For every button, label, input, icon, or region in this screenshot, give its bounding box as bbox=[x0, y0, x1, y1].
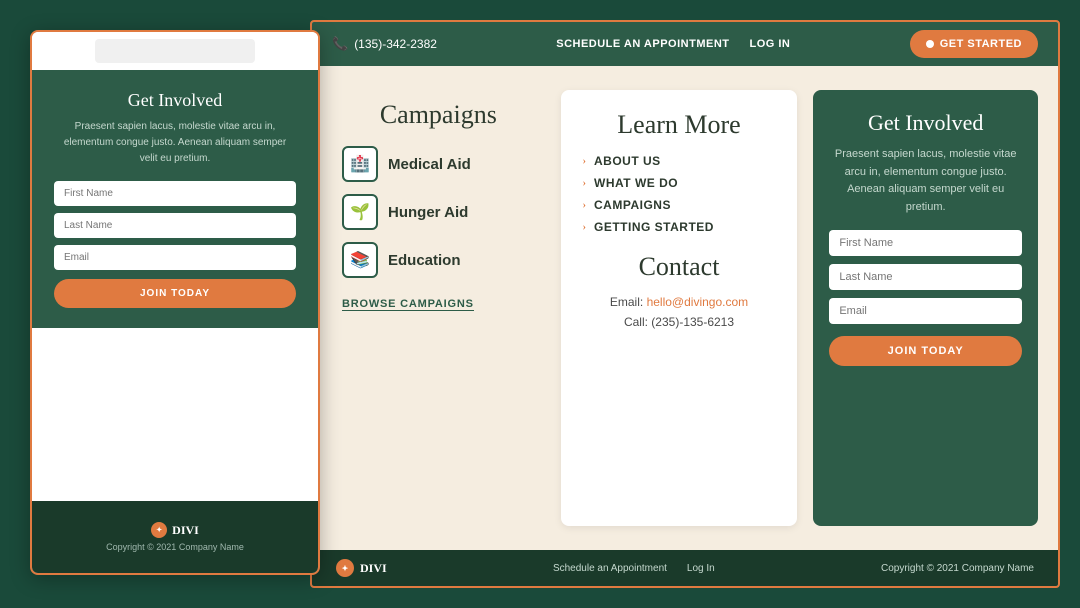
campaign-item-education: 📚 Education bbox=[342, 242, 535, 278]
contact-title: Contact bbox=[583, 252, 776, 282]
contact-email-label: Email: bbox=[610, 295, 643, 309]
footer-bar: ✦ DIVI Schedule an Appointment Log In Co… bbox=[312, 550, 1058, 586]
footer-logo-text: DIVI bbox=[360, 561, 387, 576]
chevron-started-icon: › bbox=[583, 222, 586, 233]
mobile-top-bar bbox=[32, 32, 318, 70]
nav-about-us[interactable]: › ABOUT US bbox=[583, 154, 776, 168]
hunger-aid-label: Hunger Aid bbox=[388, 204, 468, 221]
schedule-link[interactable]: SCHEDULE AN APPOINTMENT bbox=[556, 38, 729, 50]
mobile-get-involved-desc: Praesent sapien lacus, molestie vitae ar… bbox=[54, 119, 296, 167]
header-nav: SCHEDULE AN APPOINTMENT LOG IN bbox=[556, 38, 790, 50]
medical-aid-label: Medical Aid bbox=[388, 156, 471, 173]
email-input[interactable] bbox=[829, 298, 1022, 324]
mobile-footer-copyright: Copyright © 2021 Company Name bbox=[106, 542, 244, 552]
chevron-about-icon: › bbox=[583, 156, 586, 167]
chevron-campaigns-icon: › bbox=[583, 200, 586, 211]
get-started-button[interactable]: GET STARTED bbox=[910, 30, 1038, 58]
mobile-email-input[interactable] bbox=[54, 245, 296, 270]
header-bar: 📞 (135)-342-2382 SCHEDULE AN APPOINTMENT… bbox=[312, 22, 1058, 66]
get-involved-desc: Praesent sapien lacus, molestie vitae ar… bbox=[829, 146, 1022, 216]
footer-schedule-link[interactable]: Schedule an Appointment bbox=[553, 563, 667, 574]
get-involved-title: Get Involved bbox=[829, 110, 1022, 136]
main-content: Campaigns 🏥 Medical Aid 🌱 Hunger Aid 📚 E… bbox=[312, 66, 1058, 550]
footer-login-link[interactable]: Log In bbox=[687, 563, 715, 574]
login-link[interactable]: LOG IN bbox=[749, 38, 790, 50]
mobile-last-name-input[interactable] bbox=[54, 213, 296, 238]
header-phone-number: (135)-342-2382 bbox=[354, 37, 437, 51]
get-involved-card: Get Involved Praesent sapien lacus, mole… bbox=[813, 90, 1038, 526]
nav-campaigns[interactable]: › CAMPAIGNS bbox=[583, 198, 776, 212]
campaign-item-hunger: 🌱 Hunger Aid bbox=[342, 194, 535, 230]
campaigns-nav-label: CAMPAIGNS bbox=[594, 198, 671, 212]
campaign-item-medical: 🏥 Medical Aid bbox=[342, 146, 535, 182]
main-website: 📞 (135)-342-2382 SCHEDULE AN APPOINTMENT… bbox=[310, 20, 1060, 588]
education-label: Education bbox=[388, 252, 461, 269]
footer-logo: ✦ DIVI bbox=[336, 559, 387, 577]
medical-aid-icon: 🏥 bbox=[342, 146, 378, 182]
mobile-footer-logo-text: DIVI bbox=[172, 523, 199, 538]
join-today-button[interactable]: JOIN TODAY bbox=[829, 336, 1022, 366]
first-name-input[interactable] bbox=[829, 230, 1022, 256]
mobile-footer-logo-icon: ✦ bbox=[151, 522, 167, 538]
mobile-search-bar bbox=[95, 39, 255, 63]
footer-copyright: Copyright © 2021 Company Name bbox=[881, 563, 1034, 574]
btn-dot-icon bbox=[926, 40, 934, 48]
mobile-footer: ✦ DIVI Copyright © 2021 Company Name bbox=[32, 501, 318, 573]
phone-icon: 📞 bbox=[332, 36, 348, 52]
campaigns-title: Campaigns bbox=[342, 100, 535, 130]
hunger-aid-icon: 🌱 bbox=[342, 194, 378, 230]
contact-email-line: Email: hello@divingo.com bbox=[583, 292, 776, 312]
what-we-do-label: WHAT WE DO bbox=[594, 176, 678, 190]
footer-logo-icon: ✦ bbox=[336, 559, 354, 577]
browse-campaigns-link[interactable]: BROWSE CAMPAIGNS bbox=[342, 298, 474, 311]
mobile-preview: Get Involved Praesent sapien lacus, mole… bbox=[30, 30, 320, 575]
contact-section: Contact Email: hello@divingo.com Call: (… bbox=[583, 252, 776, 333]
info-card: Learn More › ABOUT US › WHAT WE DO › CAM… bbox=[561, 90, 798, 526]
nav-what-we-do[interactable]: › WHAT WE DO bbox=[583, 176, 776, 190]
about-us-label: ABOUT US bbox=[594, 154, 661, 168]
mobile-get-involved-title: Get Involved bbox=[54, 90, 296, 111]
mobile-first-name-input[interactable] bbox=[54, 181, 296, 206]
nav-getting-started[interactable]: › GETTING STARTED bbox=[583, 220, 776, 234]
learn-more-title: Learn More bbox=[583, 110, 776, 140]
get-started-label: GET STARTED bbox=[940, 38, 1022, 50]
education-icon: 📚 bbox=[342, 242, 378, 278]
contact-email-value[interactable]: hello@divingo.com bbox=[647, 295, 749, 309]
getting-started-label: GETTING STARTED bbox=[594, 220, 714, 234]
chevron-what-icon: › bbox=[583, 178, 586, 189]
mobile-join-button[interactable]: JOIN TODAY bbox=[54, 279, 296, 308]
mobile-footer-logo: ✦ DIVI bbox=[151, 522, 199, 538]
header-phone: 📞 (135)-342-2382 bbox=[332, 36, 437, 52]
contact-call-line: Call: (235)-135-6213 bbox=[583, 312, 776, 332]
footer-nav: Schedule an Appointment Log In bbox=[553, 563, 715, 574]
last-name-input[interactable] bbox=[829, 264, 1022, 290]
mobile-get-involved-section: Get Involved Praesent sapien lacus, mole… bbox=[32, 70, 318, 328]
campaigns-card: Campaigns 🏥 Medical Aid 🌱 Hunger Aid 📚 E… bbox=[332, 90, 545, 526]
